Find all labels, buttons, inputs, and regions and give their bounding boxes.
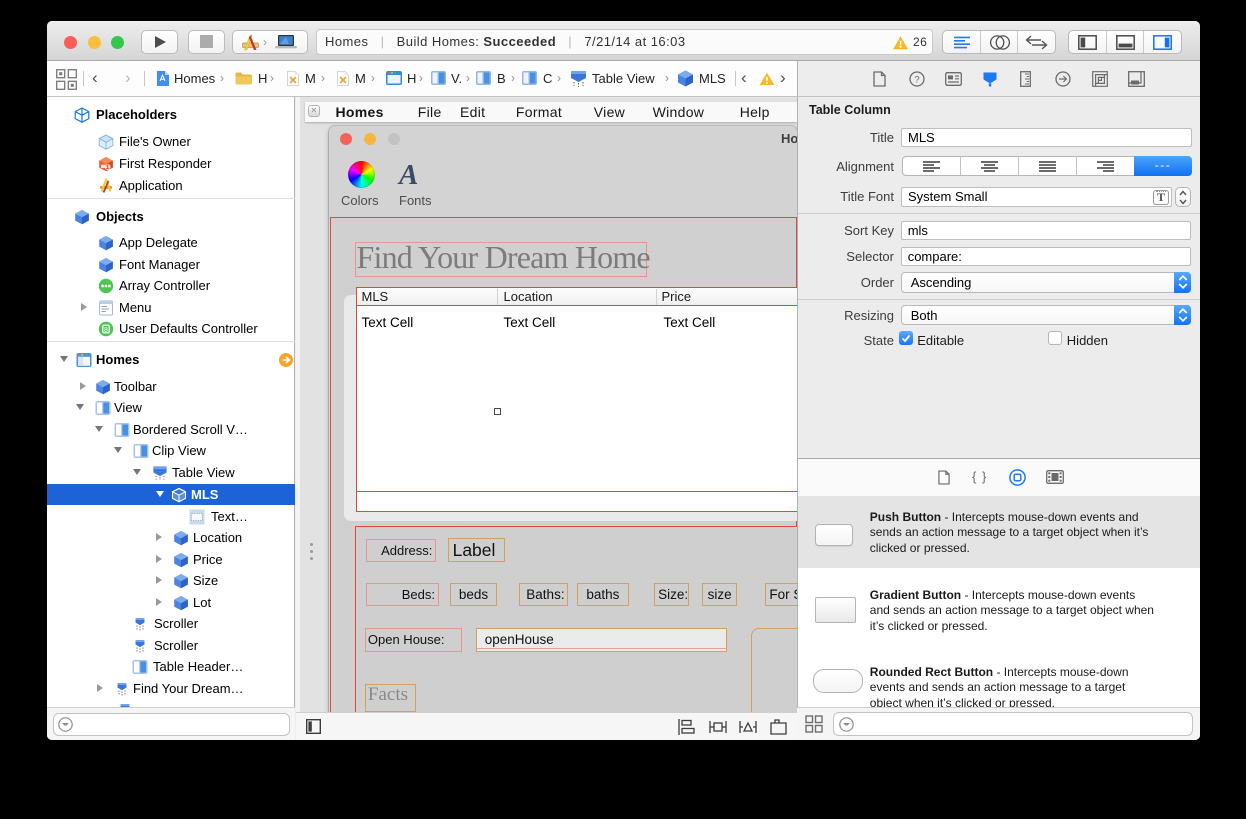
svg-text:?: ? bbox=[914, 74, 919, 85]
